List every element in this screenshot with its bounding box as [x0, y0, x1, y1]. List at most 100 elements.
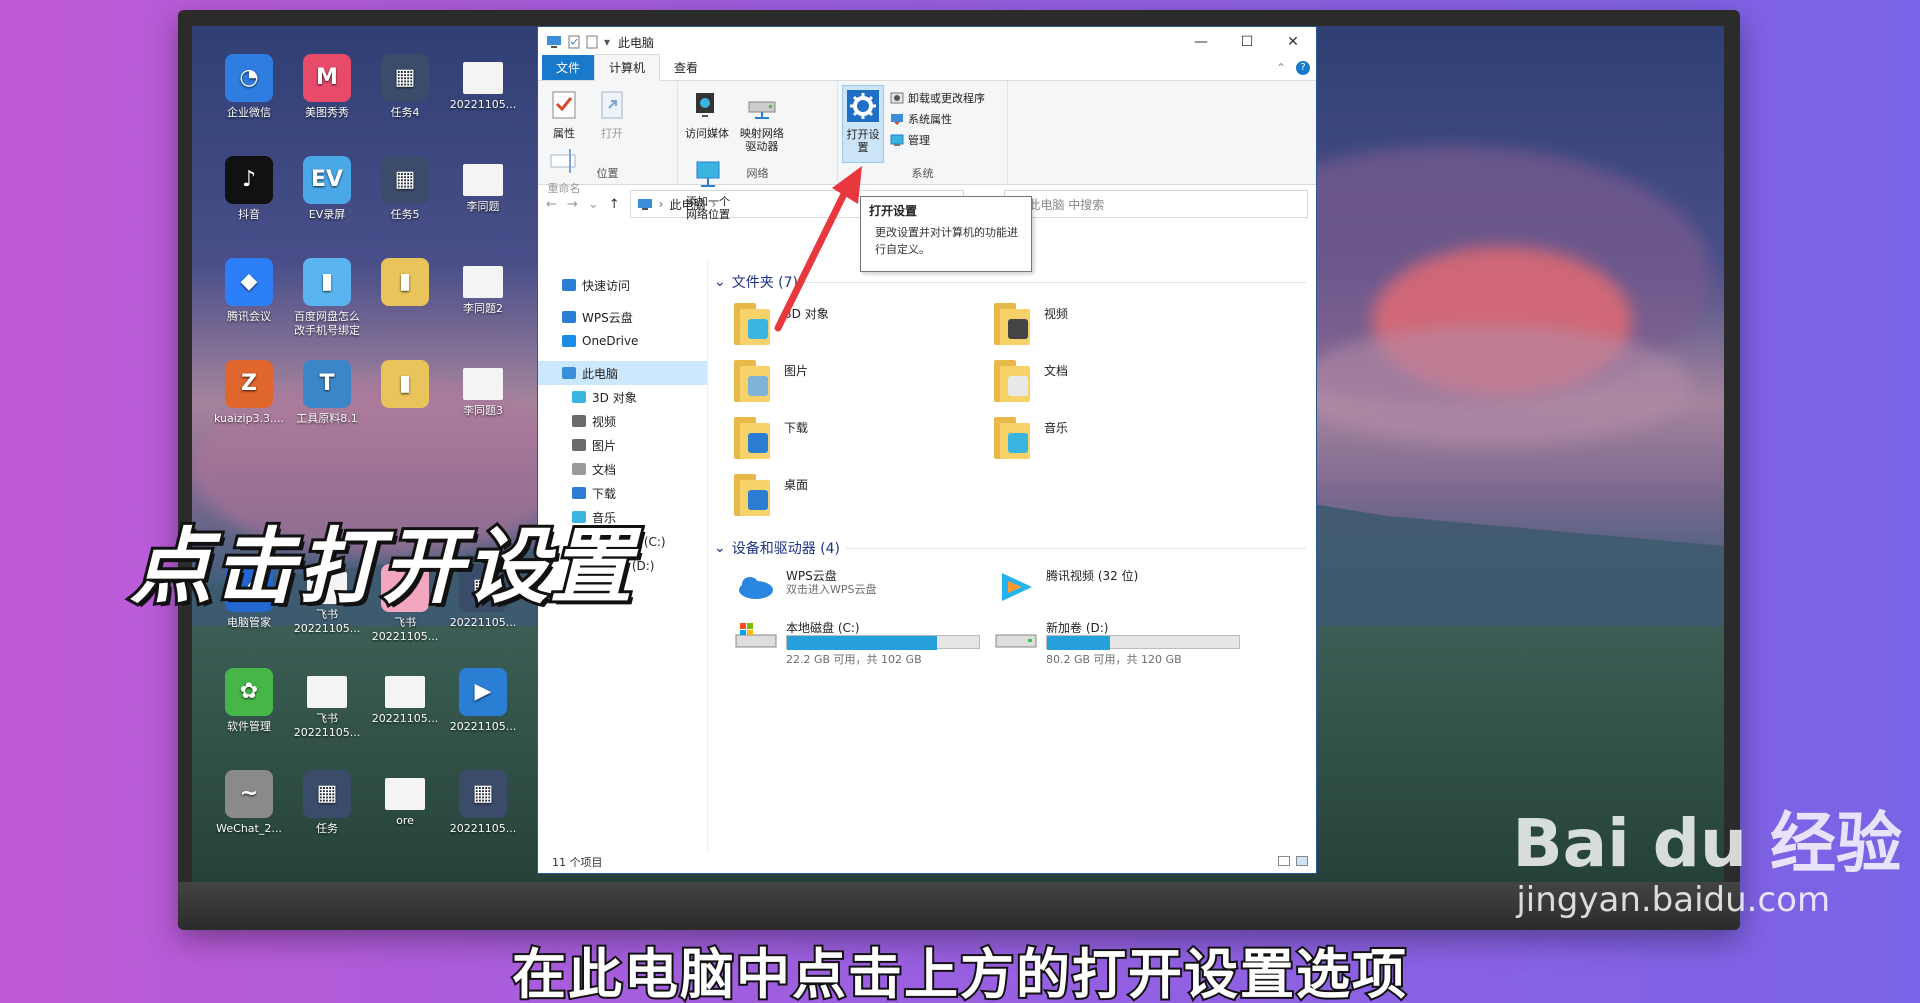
properties-check-icon[interactable] [568, 35, 580, 49]
folder-badge-icon [748, 376, 768, 396]
desktop-icon[interactable]: ▦ 任务5 [368, 156, 442, 222]
drives-section-header[interactable]: ⌄ 设备和驱动器 (4) [714, 537, 1316, 559]
new-folder-icon[interactable] [586, 35, 598, 49]
uninstall-programs-button[interactable]: 卸载或更改程序 [890, 87, 985, 108]
desktop-icon[interactable]: Zkuaizip3.3.... [212, 360, 286, 426]
sidebar-item-label: 快速访问 [582, 278, 631, 293]
tab-computer[interactable]: 计算机 [594, 54, 661, 81]
desktop-icon[interactable]: 20221105... [446, 54, 520, 112]
folder-item[interactable]: 文档 [994, 356, 1254, 413]
desktop-icon-image: ▦ [381, 156, 429, 204]
desktop-icon[interactable]: ◔ 企业微信 [212, 54, 286, 120]
maximize-button[interactable]: ☐ [1224, 27, 1270, 57]
tencent-video-icon [994, 567, 1038, 607]
desktop-icon[interactable]: T 工具原料8.1 [290, 360, 364, 426]
drive-item[interactable]: 腾讯视频 (32 位) [994, 567, 1254, 619]
drive-item[interactable]: 本地磁盘 (C:) 22.2 GB 可用，共 102 GB [734, 619, 994, 671]
desktop-icon-image [463, 266, 503, 298]
folder-item[interactable]: 下载 [734, 413, 994, 470]
system-properties-icon [891, 113, 903, 125]
desktop-icon-label: 20221105... [449, 98, 517, 111]
drive-item[interactable]: 新加卷 (D:) 80.2 GB 可用，共 120 GB [994, 619, 1254, 671]
tab-view[interactable]: 查看 [660, 55, 712, 80]
open-button[interactable]: 打开 [590, 85, 634, 140]
sidebar-item[interactable]: 文档 [538, 457, 707, 481]
desktop-icon-image: ◆ [225, 258, 273, 306]
sidebar-item-label: 此电脑 [582, 366, 619, 381]
desktop-icon-label: 李同题3 [463, 404, 503, 417]
sidebar-item[interactable]: 3D 对象 [538, 385, 707, 409]
search-input[interactable]: 在 此电脑 中搜索 [1003, 190, 1308, 218]
title-bar[interactable]: ▾ 此电脑 — ☐ ✕ [538, 27, 1316, 57]
desktop-icon[interactable]: ~ WeChat_2... [212, 770, 286, 836]
sidebar-item[interactable]: 快速访问 [538, 273, 707, 297]
help-icon[interactable]: ? [1296, 61, 1310, 75]
folder-item[interactable]: 桌面 [734, 470, 994, 527]
desktop-icon-image: ▦ [381, 54, 429, 102]
desktop-icon[interactable]: ▮ 百度网盘怎么改手机号绑定 [290, 258, 364, 338]
desktop-icon[interactable]: ◆ 腾讯会议 [212, 258, 286, 324]
desktop-icon[interactable]: ▦ 任务 [290, 770, 364, 836]
recent-chevron-icon[interactable]: ⌄ [588, 197, 599, 212]
minimize-button[interactable]: — [1178, 27, 1224, 57]
collapse-ribbon-icon[interactable]: ⌃ [1276, 61, 1286, 75]
folder-item[interactable]: 视频 [994, 299, 1254, 356]
folder-badge-icon [1008, 376, 1028, 396]
desktop-icon[interactable]: ▦ 任务4 [368, 54, 442, 120]
folder-item[interactable]: 图片 [734, 356, 994, 413]
desktop-icon-image: ✿ [225, 668, 273, 716]
sidebar-item[interactable]: 视频 [538, 409, 707, 433]
desktop-icon-label: 李同题 [466, 200, 500, 213]
desktop-icon[interactable]: EV EV录屏 [290, 156, 364, 222]
desktop-icon[interactable]: 李同题3 [446, 360, 520, 418]
sidebar-item[interactable]: 此电脑 [538, 361, 707, 385]
details-view-icon[interactable] [1278, 856, 1290, 866]
desktop-icon[interactable]: 20221105... [368, 668, 442, 726]
desktop-icon-image [385, 778, 425, 810]
explorer-window: ▾ 此电脑 — ☐ ✕ 文件 计算机 查看 ⌃ ? 属性 打开 重命名 位置 访… [537, 26, 1317, 874]
desktop-icon-label: 工具原料8.1 [296, 412, 358, 425]
desktop-icon[interactable]: ▮ [368, 258, 442, 310]
desktop-icon[interactable]: ore [368, 770, 442, 828]
drive-item[interactable]: WPS云盘 双击进入WPS云盘 [734, 567, 994, 619]
close-button[interactable]: ✕ [1270, 27, 1316, 57]
desktop-icon-label: EV录屏 [308, 208, 346, 221]
forward-arrow-icon[interactable]: → [567, 197, 578, 212]
sidebar-item-label: 3D 对象 [592, 390, 637, 405]
access-media-button[interactable]: 访问媒体 [682, 85, 732, 140]
desktop-icon-label: 百度网盘怎么改手机号绑定 [294, 310, 360, 337]
sidebar-item-label: 图片 [592, 438, 617, 453]
desktop-icon[interactable]: M 美图秀秀 [290, 54, 364, 120]
desktop-icon-label: kuaizip3.3.... [213, 412, 285, 425]
desktop-icon[interactable]: ✿ 软件管理 [212, 668, 286, 734]
desktop-icon[interactable]: ▶ 20221105... [446, 668, 520, 734]
chevron-down-icon[interactable]: ▾ [604, 35, 610, 49]
desktop-icon[interactable]: ♪ 抖音 [212, 156, 286, 222]
properties-button[interactable]: 属性 [542, 85, 586, 140]
desktop-icon[interactable]: ▦ 20221105... [446, 770, 520, 836]
manage-button[interactable]: 管理 [890, 129, 985, 150]
overlay-title: 点击打开设置 [127, 517, 635, 618]
folder-badge-icon [748, 490, 768, 510]
sidebar-item[interactable]: WPS云盘 [538, 305, 707, 329]
add-network-location-button[interactable]: 添加一个网络位置 [682, 153, 734, 221]
map-network-drive-button[interactable]: 映射网络驱动器 [736, 85, 788, 153]
folder-item[interactable]: 音乐 [994, 413, 1254, 470]
tab-file[interactable]: 文件 [542, 55, 595, 80]
desktop-icon[interactable]: 李同题2 [446, 258, 520, 316]
large-icons-view-icon[interactable] [1296, 856, 1308, 866]
sidebar-item[interactable]: OneDrive [538, 329, 707, 353]
desktop-icon[interactable]: 飞书 20221105... [290, 668, 364, 740]
sidebar-item[interactable]: 图片 [538, 433, 707, 457]
desktop-icon-label: 任务4 [390, 106, 420, 119]
up-arrow-icon[interactable]: ↑ [609, 197, 620, 212]
system-properties-button[interactable]: 系统属性 [890, 108, 985, 129]
back-arrow-icon[interactable]: ← [546, 197, 557, 212]
sidebar-item-icon [572, 487, 586, 499]
desktop-icon[interactable]: 李同题 [446, 156, 520, 214]
folder-badge-icon [1008, 433, 1028, 453]
desktop-icon[interactable]: ▮ [368, 360, 442, 412]
desktop-icon-image: ▶ [459, 668, 507, 716]
open-settings-button[interactable]: 打开设置 [842, 85, 884, 163]
settings-tooltip: 打开设置 更改设置并对计算机的功能进行自定义。 [860, 196, 1032, 272]
